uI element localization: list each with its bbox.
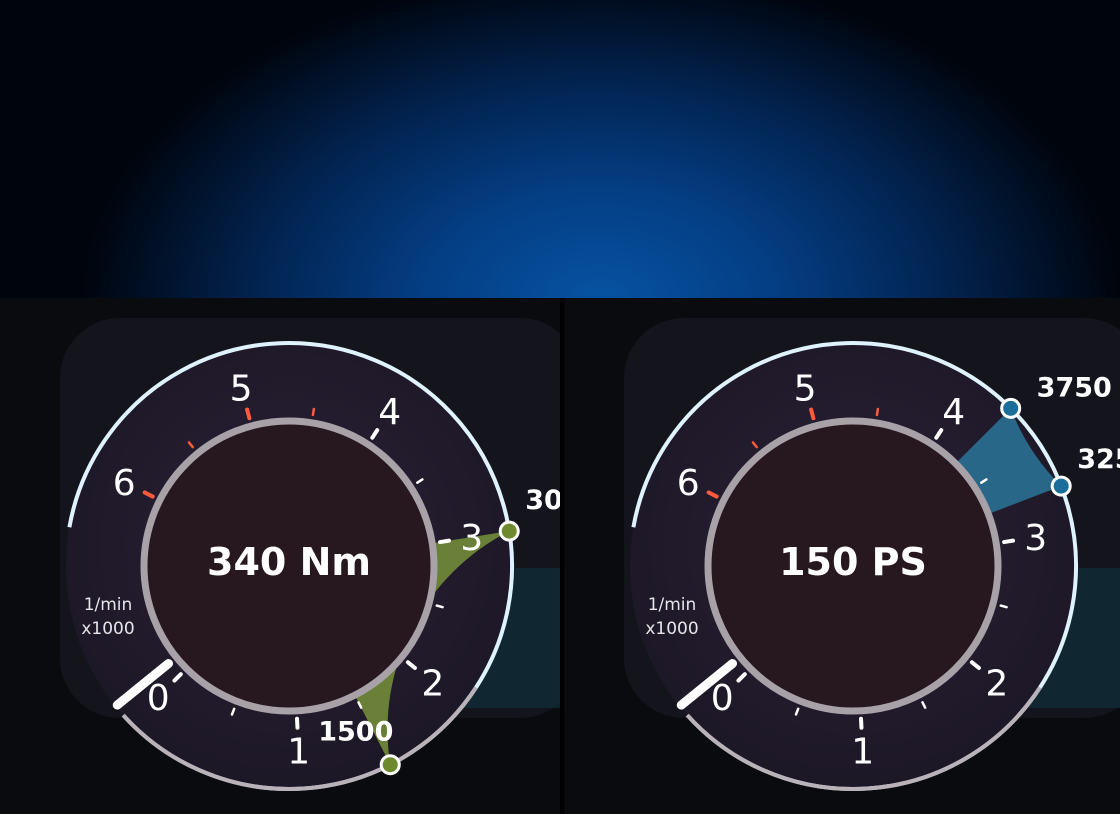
redline-tick	[875, 407, 880, 417]
unit-label-multiplier: x1000	[81, 619, 134, 639]
scale-label-3: 3	[1024, 518, 1047, 559]
band-label-1500: 1500	[318, 717, 393, 748]
band-label-3000: 3000	[525, 485, 560, 516]
redline-tick	[245, 407, 252, 421]
tick	[1002, 538, 1016, 545]
band-label-3750: 3750	[1037, 372, 1112, 403]
band-label-3250: 3250	[1077, 444, 1120, 475]
scale-label-4: 4	[378, 392, 401, 433]
scale-label-6: 6	[677, 463, 700, 504]
power-gauge-panel: 0123456 150 PS 1/min x1000 32503750	[564, 298, 1120, 814]
tick	[999, 604, 1008, 609]
unit-label-multiplier: x1000	[645, 619, 698, 639]
unit-label-rpm: 1/min	[84, 595, 133, 615]
torque-gauge-panel: 0123456 340 Nm 1/min x1000 15003000	[0, 298, 560, 814]
band-marker-1500	[379, 754, 401, 776]
blue-gradient-banner	[0, 0, 1120, 298]
redline-tick	[809, 407, 816, 421]
scale-label-1: 1	[287, 732, 310, 773]
scale-label-1: 1	[851, 732, 874, 773]
torque-value: 340 Nm	[207, 540, 371, 584]
power-value: 150 PS	[779, 540, 927, 584]
scale-label-5: 5	[230, 368, 253, 409]
redline-tick	[311, 407, 316, 417]
power-gauge: 0123456 150 PS 1/min x1000 32503750	[624, 318, 1120, 791]
scale-label-2: 2	[985, 663, 1008, 704]
torque-gauge: 0123456 340 Nm 1/min x1000 15003000	[60, 318, 560, 791]
band-marker-3250	[1050, 475, 1072, 497]
scale-label-5: 5	[794, 368, 817, 409]
tick	[438, 538, 452, 545]
unit-label-rpm: 1/min	[648, 595, 697, 615]
scale-label-3: 3	[460, 518, 483, 559]
scale-label-2: 2	[421, 663, 444, 704]
scale-label-6: 6	[113, 463, 136, 504]
band-marker-3000	[498, 520, 520, 542]
scale-label-4: 4	[942, 392, 965, 433]
band-marker-3750	[1000, 397, 1022, 419]
tick	[435, 604, 444, 609]
